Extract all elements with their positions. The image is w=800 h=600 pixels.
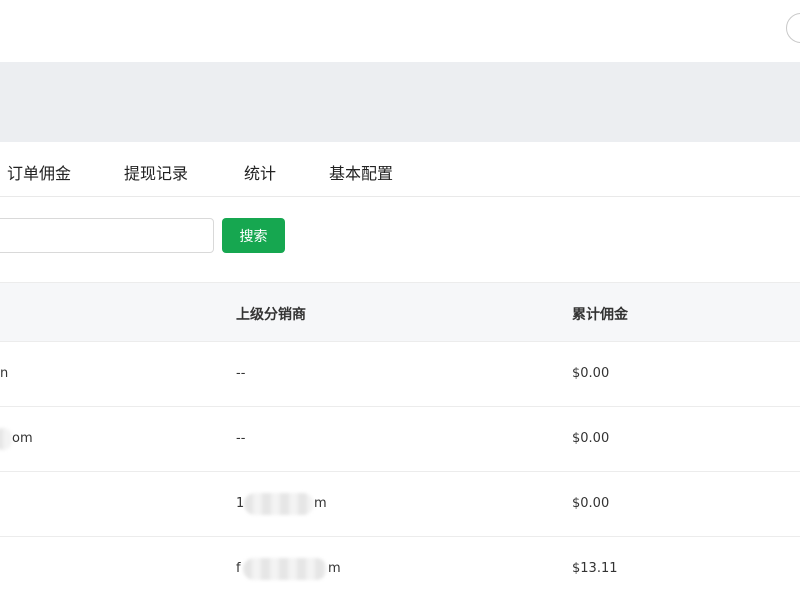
cell-parent-prefix: f: [236, 561, 241, 576]
table-row: 1 m $0.00: [0, 472, 800, 537]
cell-account: om: [12, 431, 33, 446]
redacted-text: [243, 558, 327, 580]
cell-parent-suffix: m: [314, 496, 327, 511]
header-band: [0, 62, 800, 142]
redacted-text: [0, 428, 12, 450]
page: 订单佣金 提现记录 统计 基本配置 搜索 上级分销商 累计佣金 n -- $0.…: [0, 0, 800, 600]
tab-order-commission[interactable]: 订单佣金: [7, 160, 71, 184]
cell-total-commission: $13.11: [572, 561, 618, 576]
top-bar: [0, 0, 800, 60]
cell-parent-distributor: --: [236, 366, 246, 381]
cell-parent-suffix: m: [328, 561, 341, 576]
cell-account: n: [0, 366, 9, 381]
user-avatar[interactable]: [786, 13, 800, 43]
tab-basic-config[interactable]: 基本配置: [329, 160, 393, 184]
search-button[interactable]: 搜索: [222, 218, 285, 253]
tab-withdrawal-records[interactable]: 提现记录: [124, 160, 188, 184]
table-row: n -- $0.00: [0, 342, 800, 407]
cell-total-commission: $0.00: [572, 496, 610, 511]
table-header: 上级分销商 累计佣金: [0, 282, 800, 342]
cell-total-commission: $0.00: [572, 431, 610, 446]
cell-parent-distributor: --: [236, 431, 246, 446]
column-header-total-commission: 累计佣金: [572, 307, 628, 323]
column-header-parent-distributor: 上级分销商: [236, 307, 306, 323]
tab-bar: 订单佣金 提现记录 统计 基本配置: [0, 142, 800, 197]
cell-total-commission: $0.00: [572, 366, 610, 381]
tab-statistics[interactable]: 统计: [244, 160, 276, 184]
table-row: f m $13.11: [0, 537, 800, 600]
table-row: om -- $0.00: [0, 407, 800, 472]
redacted-text: [244, 493, 314, 515]
search-input[interactable]: [0, 218, 214, 253]
